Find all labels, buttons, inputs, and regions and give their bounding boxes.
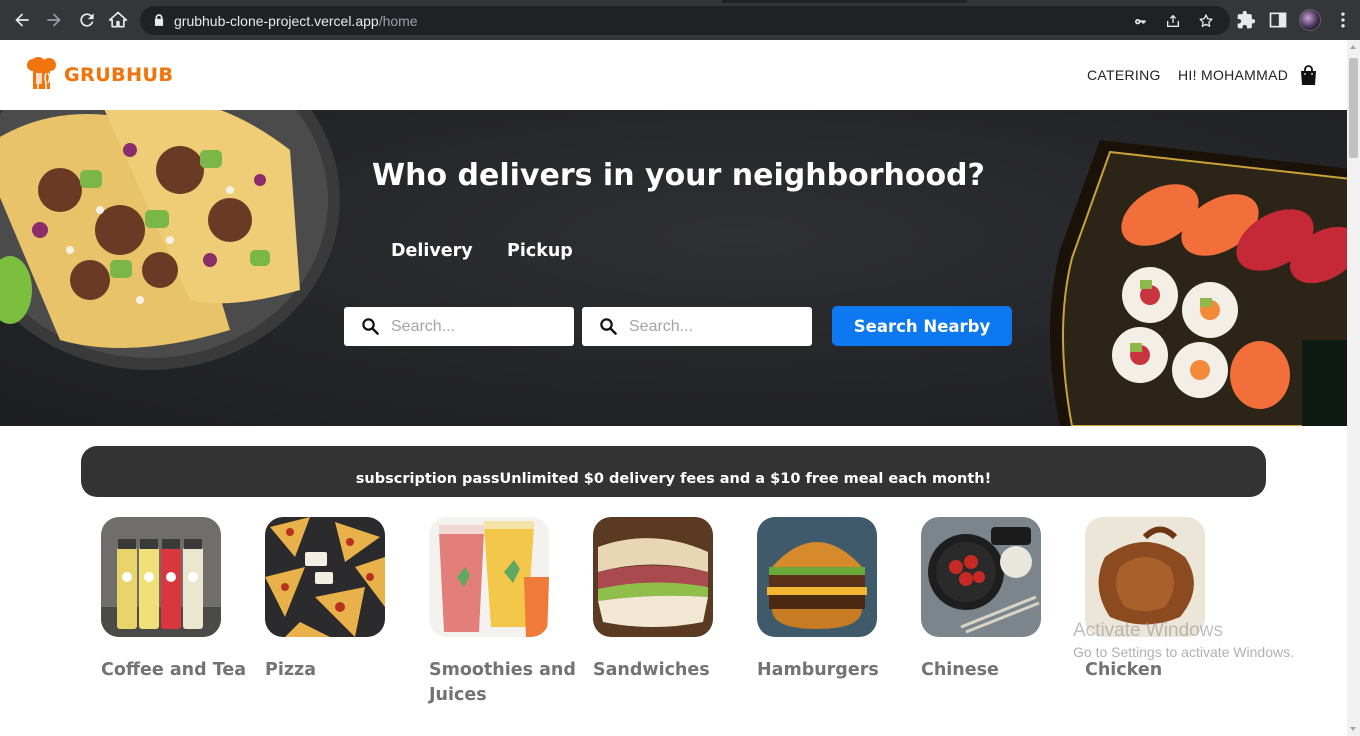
chinese-food-image[interactable] (921, 517, 1041, 637)
grubhub-logo[interactable]: GRUBHUB (26, 57, 173, 93)
scroll-up-arrow-icon[interactable] (1350, 45, 1356, 49)
smoothie-cups-image[interactable] (429, 517, 549, 637)
catering-link[interactable]: CATERING (1087, 67, 1161, 83)
menu-kebab-icon[interactable] (1333, 10, 1353, 30)
search-nearby-button[interactable]: Search Nearby (832, 306, 1012, 346)
back-button[interactable] (10, 8, 34, 32)
bookmark-star-icon[interactable] (1198, 13, 1214, 29)
tab-pickup[interactable]: Pickup (507, 241, 573, 261)
search-input-address[interactable] (391, 316, 561, 337)
category-label[interactable]: Chinese (921, 658, 1071, 683)
reload-icon (80, 13, 94, 27)
hero-title: Who delivers in your neighborhood? (372, 158, 985, 193)
category-label[interactable]: Pizza (265, 658, 415, 683)
juice-bottles-image[interactable] (101, 517, 221, 637)
home-button[interactable] (106, 8, 130, 32)
scroll-down-arrow-icon[interactable] (1350, 727, 1356, 731)
extensions-puzzle-icon[interactable] (1236, 10, 1256, 30)
share-icon[interactable] (1165, 13, 1181, 29)
roast-chicken-image[interactable] (1085, 517, 1205, 637)
tab-active[interactable] (0, 0, 722, 3)
chef-hat-icon (27, 57, 56, 90)
activate-windows-title: Activate Windows (1073, 620, 1223, 641)
vertical-scrollbar[interactable] (1347, 40, 1360, 736)
forward-button[interactable] (42, 8, 66, 32)
site-header: GRUBHUB CATERING HI! MOHAMMAD (0, 40, 1347, 110)
reload-button[interactable] (75, 8, 99, 32)
url-host: grubhub-clone-project.vercel.app (174, 13, 379, 29)
user-greeting-link[interactable]: HI! MOHAMMAD (1178, 67, 1288, 83)
home-icon (108, 11, 128, 28)
subscription-promo-banner[interactable]: subscription passUnlimited $0 delivery f… (81, 446, 1266, 497)
scrollbar-thumb[interactable] (1349, 58, 1358, 158)
search-icon (362, 318, 379, 335)
search-box-food[interactable] (582, 307, 812, 346)
tab-strip (0, 0, 1360, 3)
activate-windows-subtitle: Go to Settings to activate Windows. (1073, 644, 1294, 660)
arrow-left-icon (15, 13, 29, 27)
search-input-food[interactable] (629, 316, 799, 337)
category-label[interactable]: Coffee and Tea (101, 658, 251, 683)
category-label[interactable]: Sandwiches (593, 658, 743, 683)
hero-banner: Who delivers in your neighborhood? Deliv… (0, 110, 1347, 426)
url-text[interactable]: grubhub-clone-project.vercel.app/home (174, 13, 418, 29)
category-label[interactable]: Chicken (1085, 658, 1235, 683)
browser-toolbar: grubhub-clone-project.vercel.app/home (0, 0, 1360, 40)
search-icon (600, 318, 617, 335)
arrow-right-icon (47, 13, 61, 27)
tab-inactive[interactable] (967, 0, 1360, 3)
promo-text: subscription passUnlimited $0 delivery f… (355, 471, 992, 487)
logo-wordmark: GRUBHUB (64, 64, 174, 86)
hamburger-image[interactable] (757, 517, 877, 637)
category-label[interactable]: Hamburgers (757, 658, 907, 683)
shopping-bag-icon[interactable] (1300, 65, 1317, 85)
tab-delivery[interactable]: Delivery (391, 241, 473, 261)
side-panel-icon[interactable] (1268, 10, 1288, 30)
address-bar[interactable]: grubhub-clone-project.vercel.app/home (140, 6, 1230, 35)
pizza-slices-image[interactable] (265, 517, 385, 637)
url-path: /home (378, 13, 418, 29)
sandwich-image[interactable] (593, 517, 713, 637)
lock-icon[interactable] (152, 13, 166, 27)
search-box-address[interactable] (344, 307, 574, 346)
key-icon[interactable] (1133, 13, 1149, 29)
category-label[interactable]: Smoothies and Juices (429, 658, 579, 708)
profile-avatar[interactable] (1299, 9, 1321, 31)
